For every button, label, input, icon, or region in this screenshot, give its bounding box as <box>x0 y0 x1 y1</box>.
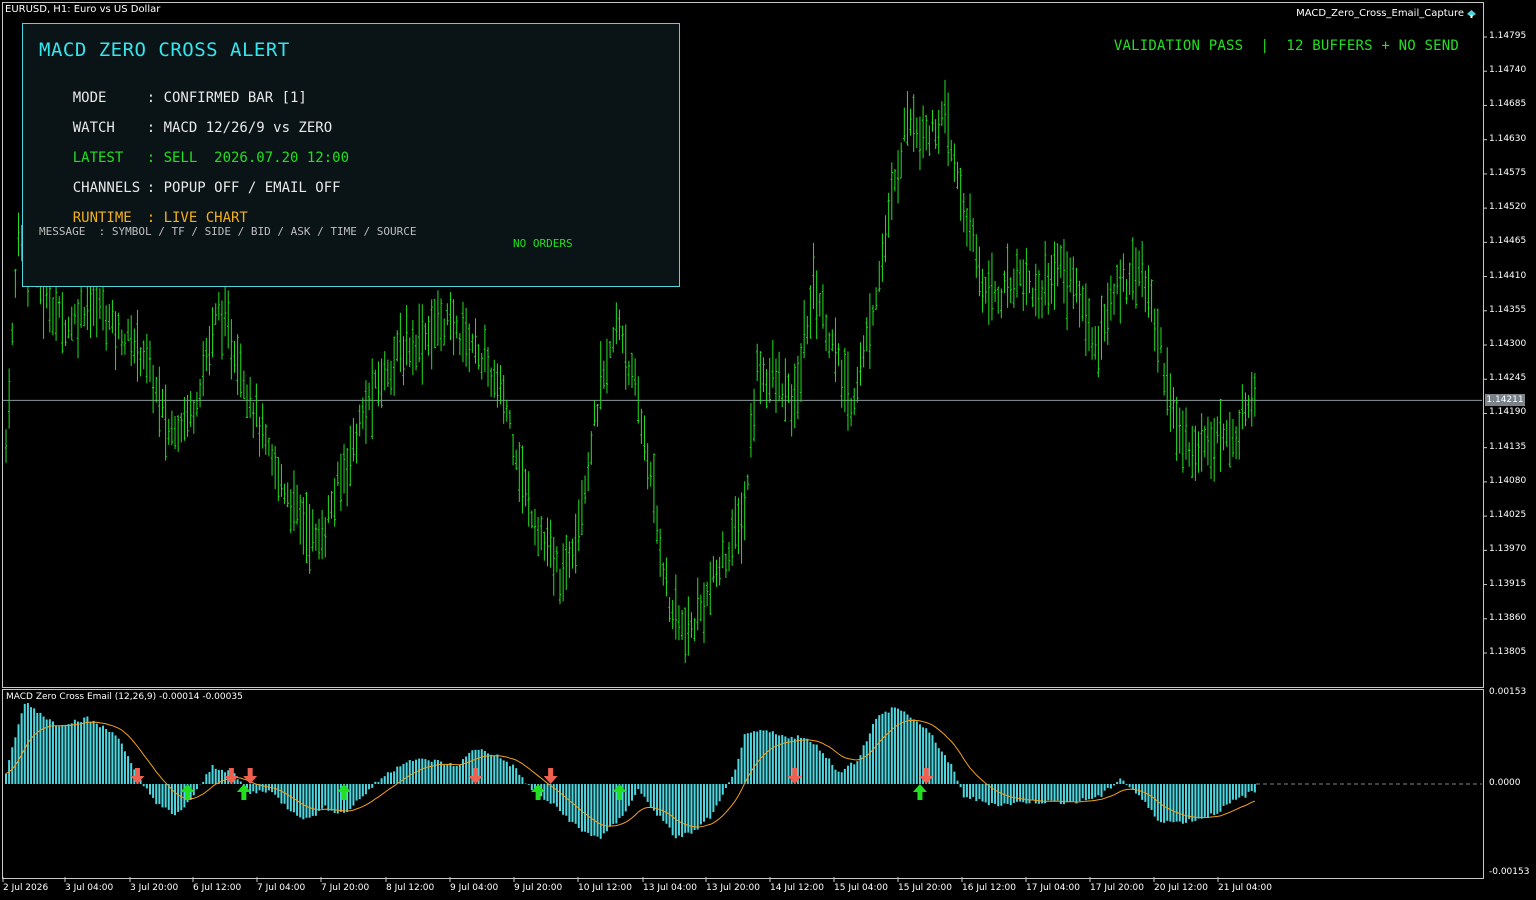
price-axis-label: 1.14795 <box>1489 31 1527 41</box>
price-axis-label: 1.14685 <box>1489 99 1527 110</box>
time-axis-label: 13 Jul 04:00 <box>643 883 697 893</box>
price-axis-label: 1.14080 <box>1489 475 1527 486</box>
validation-status: VALIDATION PASS | 12 BUFFERS + NO SEND <box>1113 38 1459 54</box>
price-axis-label: 1.13805 <box>1489 647 1527 657</box>
sell-arrow-icon <box>787 768 802 784</box>
time-axis-label: 2 Jul 2026 <box>3 883 49 893</box>
no-orders-status: NO ORDERS <box>513 237 573 250</box>
chart-symbol-title: EURUSD, H1: Euro vs US Dollar <box>5 4 161 15</box>
sell-arrow-icon <box>919 768 934 784</box>
time-axis-label: 20 Jul 12:00 <box>1154 883 1208 893</box>
price-axis-label: 1.14355 <box>1489 304 1527 315</box>
price-axis-label: 1.14630 <box>1489 133 1527 144</box>
buy-arrow-icon <box>912 784 927 800</box>
indicator-axis-label: -0.00153 <box>1489 867 1530 877</box>
time-axis-label: 3 Jul 04:00 <box>65 883 114 893</box>
buy-arrow-icon <box>337 784 352 800</box>
sell-arrow-icon <box>224 768 239 784</box>
time-axis-label: 8 Jul 12:00 <box>386 883 435 893</box>
time-axis-label: 10 Jul 12:00 <box>578 883 632 893</box>
time-axis-label: 17 Jul 20:00 <box>1090 883 1144 893</box>
alert-info-panel: MACD ZERO CROSS ALERT MODE: CONFIRMED BA… <box>22 23 680 287</box>
time-axis-label: 7 Jul 04:00 <box>257 883 306 893</box>
time-axis-label: 9 Jul 20:00 <box>514 883 563 893</box>
time-axis-label: 9 Jul 04:00 <box>450 883 499 893</box>
panel-title: MACD ZERO CROSS ALERT <box>39 39 290 61</box>
price-axis-label: 1.14575 <box>1489 167 1527 178</box>
indicator-axis-label: 0.0000 <box>1489 778 1521 788</box>
panel-message-format: MESSAGE : SYMBOL / TF / SIDE / BID / ASK… <box>39 225 417 238</box>
price-axis-label: 1.14245 <box>1489 373 1527 384</box>
time-axis-label: 16 Jul 12:00 <box>962 883 1016 893</box>
price-axis-label: 1.14410 <box>1489 270 1527 281</box>
price-axis-label: 1.14520 <box>1489 202 1527 213</box>
expert-hat-icon[interactable] <box>1466 8 1477 19</box>
sell-arrow-icon <box>130 768 145 784</box>
price-axis-label: 1.14300 <box>1489 339 1527 349</box>
time-axis-label: 14 Jul 12:00 <box>770 883 824 893</box>
sell-arrow-icon <box>468 768 483 784</box>
price-axis-label: 1.14190 <box>1489 407 1527 418</box>
time-axis-label: 13 Jul 20:00 <box>706 883 760 893</box>
buy-arrow-icon <box>531 784 546 800</box>
price-axis-label: 1.14465 <box>1489 236 1527 247</box>
time-axis-label: 17 Jul 04:00 <box>1026 883 1080 893</box>
time-axis-label: 6 Jul 12:00 <box>193 883 242 893</box>
price-axis-label: 1.13860 <box>1489 612 1527 623</box>
sell-arrow-icon <box>243 768 258 784</box>
macd-signal-line <box>5 719 1256 828</box>
price-axis-label: 1.13970 <box>1489 544 1527 555</box>
indicator-axis-label: 0.00153 <box>1489 687 1527 697</box>
indicator-title: MACD Zero Cross Email (12,26,9) -0.00014… <box>6 692 243 702</box>
buy-arrow-icon <box>612 784 627 800</box>
price-axis-label: 1.14740 <box>1489 65 1527 76</box>
price-axis-label: 1.13915 <box>1489 578 1527 589</box>
time-axis-label: 3 Jul 20:00 <box>130 883 179 893</box>
price-axis-label: 1.14025 <box>1489 510 1527 521</box>
time-axis-label: 21 Jul 04:00 <box>1218 883 1272 893</box>
expert-advisor-name[interactable]: MACD_Zero_Cross_Email_Capture <box>1296 8 1464 19</box>
time-axis-label: 15 Jul 04:00 <box>834 883 888 893</box>
time-axis-label: 7 Jul 20:00 <box>321 883 370 893</box>
time-axis-label: 15 Jul 20:00 <box>898 883 952 893</box>
price-axis-label: 1.14135 <box>1489 441 1527 452</box>
buy-arrow-icon <box>236 784 251 800</box>
current-price-tag: 1.14211 <box>1485 394 1525 406</box>
